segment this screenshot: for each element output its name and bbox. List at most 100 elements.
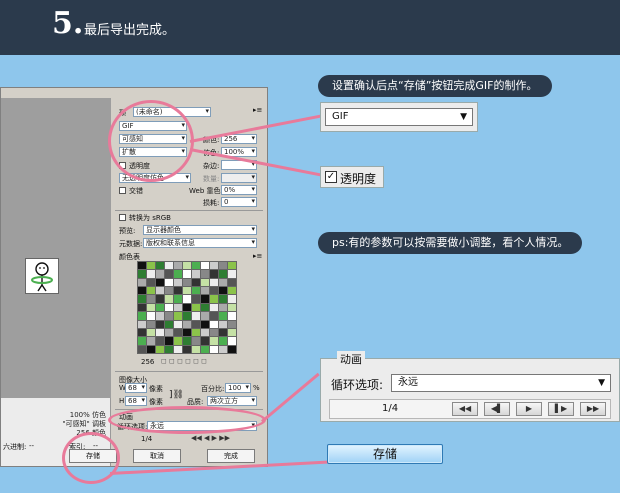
color-swatch[interactable] [156,337,164,345]
color-swatch[interactable] [210,303,218,312]
cancel-button[interactable]: 取消 [133,449,181,463]
color-swatch[interactable] [174,320,182,328]
quality-select[interactable]: 两次立方 [207,396,257,406]
color-swatch[interactable] [183,262,191,270]
color-swatch[interactable] [138,320,146,328]
color-swatch[interactable] [183,312,191,320]
color-swatch[interactable] [174,287,182,295]
color-swatch[interactable] [201,287,209,295]
color-swatch[interactable] [219,303,227,312]
color-swatch[interactable] [192,328,200,337]
color-swatch[interactable] [165,337,173,345]
color-swatch[interactable] [228,320,236,328]
link-icon[interactable]: ]⛓ [169,390,184,400]
checkmark-icon[interactable]: ✓ [325,171,337,183]
color-table-menu-icon[interactable]: ▸≡ [253,252,262,260]
lossy-select[interactable]: 0 [221,197,257,207]
color-swatch[interactable] [219,345,227,353]
color-swatch[interactable] [183,287,191,295]
color-swatch[interactable] [138,262,146,270]
color-swatch[interactable] [156,328,164,337]
color-swatch[interactable] [156,262,164,270]
color-swatch[interactable] [165,278,173,287]
color-swatch[interactable] [165,328,173,337]
color-swatch[interactable] [219,328,227,337]
color-swatch[interactable] [210,287,218,295]
color-swatch[interactable] [210,328,218,337]
color-swatch[interactable] [210,337,218,345]
color-swatch[interactable] [183,270,191,278]
color-swatch[interactable] [201,345,209,353]
color-swatch[interactable] [174,337,182,345]
web-snap-select[interactable]: 0% [221,185,257,195]
color-swatch[interactable] [138,345,146,353]
color-swatch[interactable] [147,337,155,345]
color-swatch[interactable] [165,320,173,328]
color-swatch[interactable] [192,303,200,312]
color-swatch[interactable] [165,262,173,270]
color-swatch[interactable] [228,295,236,303]
color-swatch[interactable] [147,303,155,312]
color-swatch[interactable] [138,303,146,312]
color-swatch[interactable] [156,345,164,353]
color-swatch[interactable] [210,270,218,278]
color-swatch[interactable] [183,337,191,345]
color-swatch[interactable] [228,345,236,353]
interlaced-checkbox[interactable] [119,187,126,194]
color-swatch[interactable] [183,320,191,328]
color-swatch[interactable] [138,312,146,320]
color-swatch[interactable] [210,262,218,270]
color-swatch[interactable] [219,320,227,328]
color-swatch[interactable] [138,270,146,278]
color-swatch[interactable] [201,320,209,328]
height-input[interactable]: 68 [125,396,147,406]
percent-input[interactable]: 100 [225,383,251,393]
width-input[interactable]: 68 [125,383,147,393]
color-swatch[interactable] [156,270,164,278]
color-swatch[interactable] [219,262,227,270]
color-swatch[interactable] [192,270,200,278]
color-swatch[interactable] [219,278,227,287]
color-swatch[interactable] [192,337,200,345]
color-swatch[interactable] [147,295,155,303]
color-swatch[interactable] [210,295,218,303]
color-swatch[interactable] [228,270,236,278]
color-swatch[interactable] [201,337,209,345]
color-swatch[interactable] [183,295,191,303]
color-swatch[interactable] [165,270,173,278]
color-swatch[interactable] [174,270,182,278]
color-swatch[interactable] [138,295,146,303]
color-swatch[interactable] [174,312,182,320]
color-swatch[interactable] [165,345,173,353]
zoom-save-button[interactable]: 存储 [327,444,443,464]
prev-frame-icon[interactable]: ◀▌ [484,402,510,416]
color-swatch[interactable] [165,287,173,295]
color-swatch[interactable] [147,328,155,337]
color-swatch[interactable] [165,295,173,303]
color-swatch[interactable] [183,303,191,312]
color-swatch[interactable] [156,320,164,328]
color-swatch[interactable] [165,312,173,320]
color-swatch[interactable] [156,287,164,295]
color-swatch[interactable] [156,278,164,287]
preview-mode-select[interactable]: 显示器颜色 [143,225,257,235]
last-frame-icon[interactable]: ▶▶ [580,402,606,416]
color-swatch[interactable] [192,320,200,328]
color-swatch[interactable] [147,278,155,287]
color-swatch[interactable] [174,262,182,270]
color-swatch[interactable] [192,287,200,295]
color-swatch[interactable] [228,303,236,312]
color-swatch[interactable] [147,262,155,270]
color-swatch[interactable] [138,337,146,345]
color-swatch[interactable] [147,270,155,278]
convert-srgb-checkbox[interactable] [119,214,126,221]
color-swatch[interactable] [192,278,200,287]
play-icon[interactable]: ▶ [516,402,542,416]
frame-controls-icon[interactable]: ◀◀ ◀ ▶ ▶▶ [191,434,230,442]
color-swatch[interactable] [201,303,209,312]
color-swatch[interactable] [174,303,182,312]
color-swatch[interactable] [219,270,227,278]
color-swatch[interactable] [156,312,164,320]
color-swatch[interactable] [219,312,227,320]
color-swatch[interactable] [192,312,200,320]
